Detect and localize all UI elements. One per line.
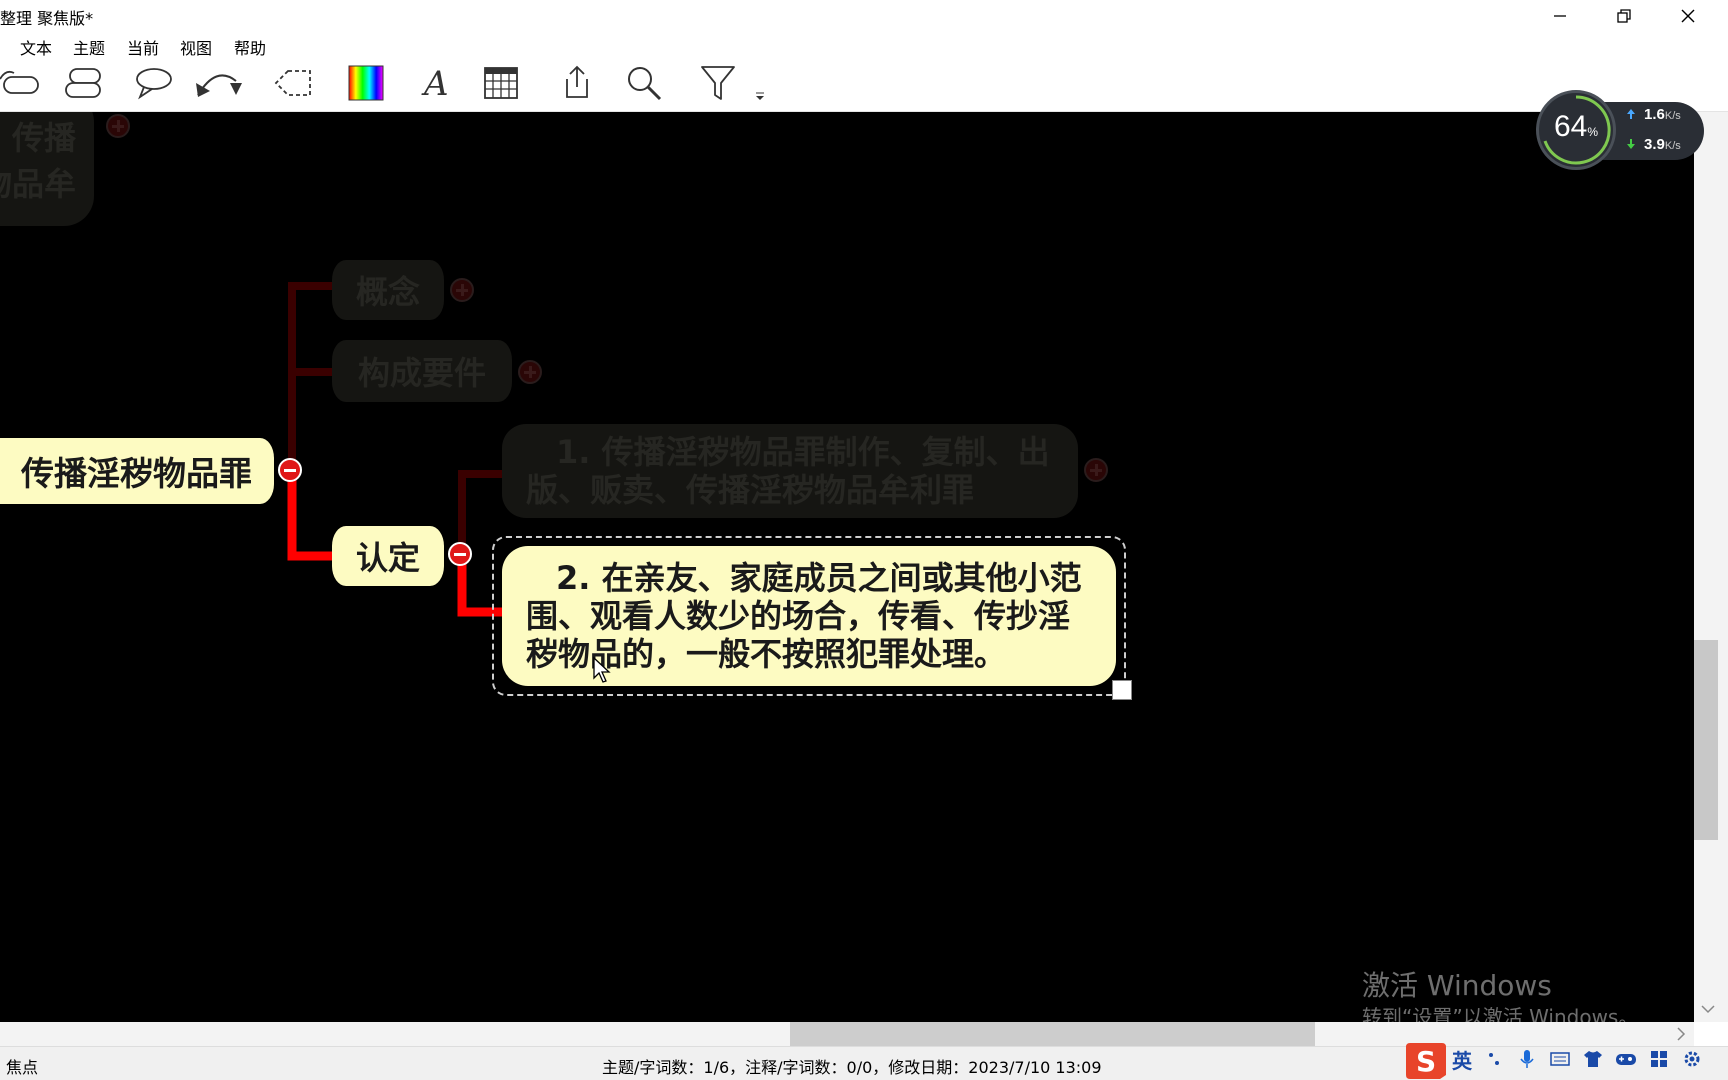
export-button[interactable] <box>560 58 594 108</box>
memory-usage-unit: % <box>1587 125 1599 139</box>
memory-usage-percent: 64% <box>1546 110 1606 144</box>
topic-node-concept-label: 概念 <box>355 273 420 311</box>
share-export-icon <box>566 65 588 98</box>
minimize-button[interactable] <box>1528 0 1592 32</box>
gamepad-icon[interactable] <box>1615 1048 1637 1070</box>
table-grid-icon <box>484 67 518 99</box>
callout-button[interactable] <box>132 58 174 108</box>
topic-node-central[interactable]: 传播淫秽物品罪 <box>0 438 274 504</box>
callout-icon <box>136 68 172 100</box>
vertical-scrollbar[interactable] <box>1694 112 1728 1022</box>
mind-map-canvas[interactable]: 传播 物品牟 概念 构成要件 传播淫秽物品罪 认定 1. 传播淫秽物品罪制作、复… <box>0 112 1694 1022</box>
search-button[interactable] <box>624 58 664 108</box>
upload-speed-value: 1.6 <box>1644 106 1665 123</box>
horizontal-scrollbar-thumb[interactable] <box>790 1022 1315 1046</box>
minimize-icon <box>1554 15 1566 17</box>
overflow-chevron-icon <box>756 92 764 100</box>
download-speed: 3.9K/s <box>1644 136 1681 153</box>
boundary-icon <box>274 70 311 96</box>
topic-node-item-1[interactable]: 1. 传播淫秽物品罪制作、复制、出 版、贩卖、传播淫秽物品牟利罪 <box>502 424 1078 518</box>
upload-speed-unit: K/s <box>1664 110 1681 122</box>
topic-node-item-2-line2: 围、观看人数少的场合，传看、传抄淫 <box>526 597 1071 635</box>
topic-node-previous-line2: 物品牟 <box>0 165 76 203</box>
restore-icon <box>1617 9 1631 23</box>
status-mode: 焦点 <box>6 1058 39 1077</box>
scroll-down-icon[interactable] <box>1700 1004 1716 1016</box>
topic-node-previous-line1: 传播 <box>11 119 76 157</box>
font-button[interactable]: A <box>418 58 454 108</box>
color-spectrum-icon <box>348 65 384 101</box>
expand-concept-toggle[interactable] <box>450 278 474 302</box>
topic-node-item-1-line2: 版、贩卖、传播淫秽物品牟利罪 <box>526 471 975 509</box>
topic-node-elements-label: 构成要件 <box>357 354 486 392</box>
svg-text:S: S <box>1416 1045 1436 1078</box>
punctuation-icon[interactable] <box>1483 1048 1505 1070</box>
collapse-identify-toggle[interactable] <box>448 542 472 566</box>
skin-shirt-icon[interactable] <box>1582 1048 1604 1070</box>
expand-previous-toggle[interactable] <box>106 114 130 138</box>
download-arrow-icon <box>1627 139 1635 149</box>
restore-button[interactable] <box>1592 0 1656 32</box>
table-button[interactable] <box>482 58 520 108</box>
filter-funnel-icon <box>701 66 735 100</box>
network-speed-widget[interactable]: 64% 1.6K/s 3.9K/s <box>1536 90 1706 170</box>
topic-node-item-1-line1: 1. 传播淫秽物品罪制作、复制、出 <box>556 433 1050 471</box>
activation-watermark-title: 激活 Windows <box>1362 969 1552 1002</box>
svg-text:A: A <box>421 64 449 103</box>
close-icon <box>1681 9 1695 23</box>
activation-watermark-hint: 转到“设置”以激活 Windows。 <box>1362 1005 1639 1022</box>
color-button[interactable] <box>346 58 386 108</box>
topic-node-identify-label: 认定 <box>355 539 420 577</box>
add-topic-button[interactable] <box>0 58 42 108</box>
close-button[interactable] <box>1656 0 1720 32</box>
sogou-ime-icon[interactable]: S <box>1404 1039 1448 1079</box>
ime-language[interactable]: 英 <box>1452 1045 1472 1074</box>
add-subtopic-button[interactable] <box>62 58 106 108</box>
expand-elements-toggle[interactable] <box>518 360 542 384</box>
relationship-arrow-icon <box>196 74 242 97</box>
resize-handle[interactable] <box>1112 680 1132 700</box>
boundary-button[interactable] <box>272 58 316 108</box>
filter-button[interactable] <box>698 58 738 108</box>
topic-node-elements[interactable]: 构成要件 <box>332 340 512 402</box>
collapse-central-toggle[interactable] <box>278 458 302 482</box>
mouse-cursor-icon <box>593 656 611 683</box>
download-speed-value: 3.9 <box>1644 136 1665 153</box>
topic-node-item-2-line1: 2. 在亲友、家庭成员之间或其他小范 <box>556 559 1082 597</box>
settings-gear-icon[interactable] <box>1681 1048 1703 1070</box>
window-title: 整理 聚焦版* <box>0 9 94 28</box>
upload-speed: 1.6K/s <box>1644 106 1681 123</box>
font-italic-a-icon: A <box>421 64 449 103</box>
topic-shape-icon <box>0 70 39 94</box>
topic-node-identify[interactable]: 认定 <box>332 526 444 586</box>
toolbox-grid-icon[interactable] <box>1648 1048 1670 1070</box>
expand-item-1-toggle[interactable] <box>1084 458 1108 482</box>
vertical-scrollbar-thumb[interactable] <box>1694 640 1718 840</box>
toolbar-overflow-button[interactable] <box>752 58 768 108</box>
title-bar: 整理 聚焦版* <box>0 0 1728 32</box>
upload-arrow-icon <box>1627 109 1635 119</box>
memory-usage-value: 64 <box>1553 110 1588 143</box>
download-speed-unit: K/s <box>1664 140 1681 152</box>
menu-bar: 文本 主题 当前 视图 帮助 <box>0 32 1728 58</box>
microphone-icon[interactable] <box>1516 1048 1538 1070</box>
relationship-button[interactable] <box>192 58 254 108</box>
ime-tray: S 英 <box>1404 1038 1728 1080</box>
topic-node-concept[interactable]: 概念 <box>332 260 444 320</box>
topic-node-central-label: 传播淫秽物品罪 <box>21 454 252 493</box>
keyboard-icon[interactable] <box>1549 1048 1571 1070</box>
status-info: 主题/字词数：1/6，注释/字词数：0/0，修改日期：2023/7/10 13:… <box>602 1058 1102 1077</box>
search-icon <box>628 67 662 101</box>
subtopic-shape-icon <box>65 68 101 98</box>
toolbar: A <box>0 56 1728 112</box>
topic-node-previous[interactable]: 传播 物品牟 <box>0 112 94 226</box>
